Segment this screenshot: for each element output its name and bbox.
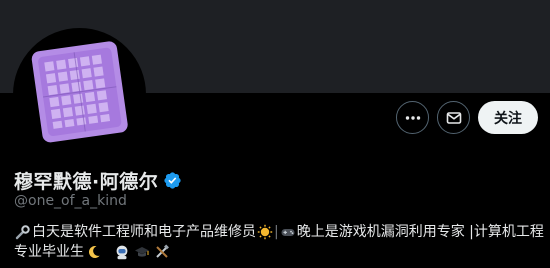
profile-avatar[interactable] xyxy=(13,28,146,161)
tools-icon xyxy=(153,243,171,261)
astronaut-icon xyxy=(113,243,131,261)
graduation-cap-icon xyxy=(133,243,151,261)
bio-separator: | xyxy=(274,224,279,240)
profile-handle: @one_of_a_kind xyxy=(14,193,127,209)
display-name: 穆罕默德·阿德尔 xyxy=(14,171,159,193)
verified-badge-icon[interactable] xyxy=(163,171,182,190)
more-button[interactable] xyxy=(396,101,429,134)
chip-avatar-image xyxy=(17,32,142,157)
profile-bio: 白天是软件工程师和电子产品维修员 | 晚上是游戏机漏洞利用专家 |计算机工程 专… xyxy=(14,222,544,262)
follow-button[interactable]: 关注 xyxy=(478,101,538,134)
sun-icon xyxy=(257,223,273,241)
message-button[interactable] xyxy=(437,101,470,134)
bio-line-1: 白天是软件工程师和电子产品维修员 | 晚上是游戏机漏洞利用专家 |计算机工程 xyxy=(14,222,544,242)
bio-text-night: 晚上是游戏机漏洞利用专家 |计算机工程 xyxy=(296,224,544,240)
profile-actions: 关注 xyxy=(396,101,538,134)
name-row: 穆罕默德·阿德尔 xyxy=(14,167,182,194)
moon-icon xyxy=(85,243,103,261)
wrench-icon xyxy=(15,223,31,241)
bio-line-2: 专业毕业生 xyxy=(14,242,539,262)
game-controller-icon xyxy=(280,223,296,241)
more-horizontal-icon xyxy=(405,115,420,120)
bio-text-day: 白天是软件工程师和电子产品维修员 xyxy=(32,224,256,240)
mail-icon xyxy=(446,111,461,124)
bio-text-grad: 专业毕业生 xyxy=(14,244,84,260)
